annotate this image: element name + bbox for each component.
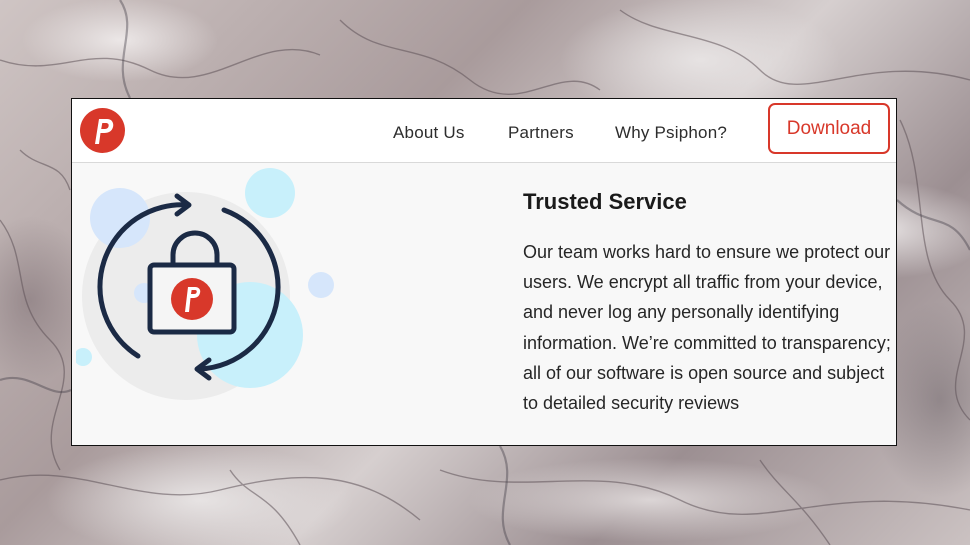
psiphon-p-icon	[94, 118, 113, 144]
download-button[interactable]: Download	[768, 103, 890, 154]
nav-link-about-us[interactable]: About Us	[393, 123, 465, 143]
nav-link-partners[interactable]: Partners	[508, 123, 574, 143]
navbar: About Us Partners Why Psiphon? Download	[72, 99, 896, 163]
feature-title: Trusted Service	[523, 189, 687, 214]
psiphon-logo[interactable]	[80, 108, 125, 153]
security-lock-illustration	[76, 168, 334, 400]
nav-link-why-psiphon[interactable]: Why Psiphon?	[615, 123, 727, 143]
feature-description: Our team works hard to ensure we protect…	[523, 242, 891, 414]
browser-window: About Us Partners Why Psiphon? Download …	[71, 98, 897, 446]
